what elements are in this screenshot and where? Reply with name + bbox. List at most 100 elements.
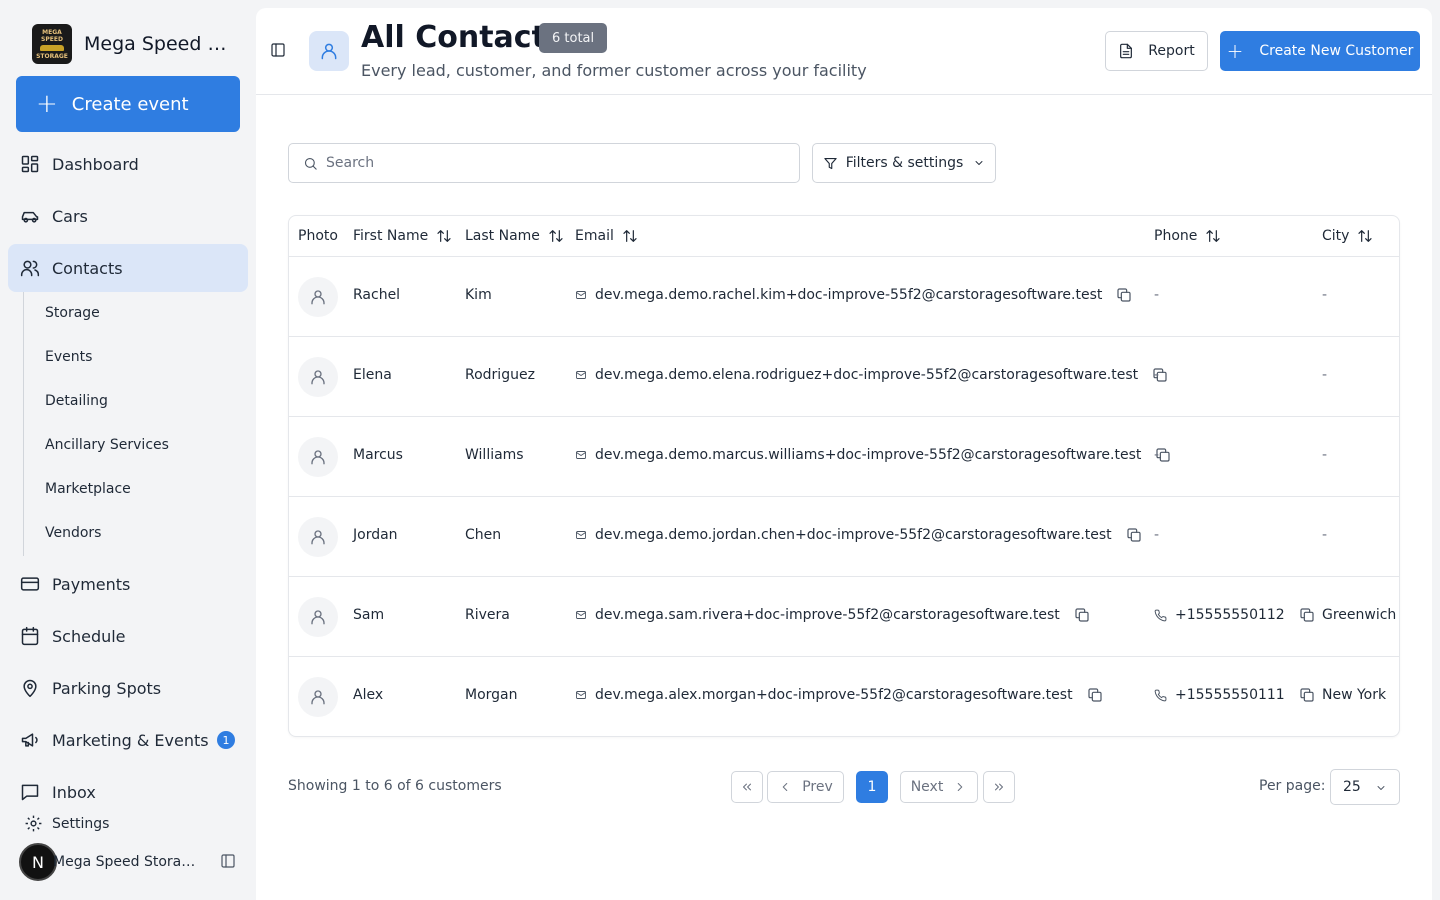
phone-cell: - bbox=[1154, 447, 1159, 463]
calendar-icon bbox=[21, 626, 39, 646]
email-cell: dev.mega.demo.jordan.chen+doc-improve-55… bbox=[575, 527, 1142, 543]
avatar[interactable]: N bbox=[19, 843, 57, 881]
sidebar-subitem-storage[interactable]: Storage bbox=[45, 305, 100, 321]
sidebar-item-cars[interactable]: Cars bbox=[8, 192, 248, 240]
phone-value: +15555550111 bbox=[1175, 687, 1285, 703]
users-icon bbox=[20, 260, 40, 277]
sidebar-item-settings[interactable]: Settings bbox=[24, 814, 109, 833]
filters-settings-button[interactable]: Filters & settings bbox=[812, 143, 996, 183]
page-1-button[interactable]: 1 bbox=[856, 771, 888, 803]
city-cell: - bbox=[1322, 287, 1328, 303]
sort-icon[interactable] bbox=[1357, 228, 1373, 244]
last-page-button[interactable] bbox=[983, 771, 1015, 803]
sidebar: MEGA SPEED STORAGE Mega Speed St... + Cre… bbox=[0, 0, 256, 900]
table-row[interactable]: Elena Rodriguez dev.mega.demo.elena.rodrig… bbox=[289, 337, 1399, 417]
sidebar-subitem-ancillary-services[interactable]: Ancillary Services bbox=[45, 437, 169, 453]
report-button[interactable]: Report bbox=[1105, 31, 1208, 71]
last-name-cell: Rivera bbox=[465, 607, 510, 623]
first-name-cell: Jordan bbox=[353, 527, 398, 543]
table-row[interactable]: Jordan Chen dev.mega.demo.jordan.chen+doc-… bbox=[289, 497, 1399, 577]
copy-icon[interactable] bbox=[1087, 687, 1103, 703]
column-header-email[interactable]: Email bbox=[575, 228, 638, 244]
dashboard-icon bbox=[21, 155, 39, 173]
column-header-phone[interactable]: Phone bbox=[1154, 228, 1221, 244]
page-subtitle: Every lead, customer, and former custome… bbox=[361, 61, 867, 80]
copy-icon[interactable] bbox=[1116, 287, 1132, 303]
contacts-table: Photo First Name Last Name Email Phone C… bbox=[288, 215, 1400, 737]
table-row[interactable]: Alex Morgan dev.mega.alex.morgan+doc-impro… bbox=[289, 657, 1399, 736]
create-event-label: Create event bbox=[71, 93, 189, 115]
create-event-button[interactable]: + Create event bbox=[16, 76, 240, 132]
create-new-customer-button[interactable]: + Create New Customer bbox=[1220, 31, 1420, 71]
sort-icon[interactable] bbox=[1205, 228, 1221, 244]
brand[interactable]: MEGA SPEED STORAGE Mega Speed St... bbox=[32, 24, 234, 64]
page-header: All Contacts 6 total Every lead, custome… bbox=[256, 8, 1432, 95]
city-cell: - bbox=[1322, 447, 1328, 463]
sidebar-item-payments[interactable]: Payments bbox=[8, 560, 248, 608]
sidebar-collapse-icon[interactable] bbox=[220, 853, 236, 869]
next-page-button[interactable]: Next bbox=[900, 771, 978, 803]
email-value: dev.mega.alex.morgan+doc-improve-55f2@ca… bbox=[595, 687, 1073, 703]
user-menu[interactable]: N Mega Speed Storag... bbox=[19, 843, 249, 881]
per-page-select[interactable]: 25 bbox=[1330, 769, 1400, 805]
sidebar-item-parking-spots[interactable]: Parking Spots bbox=[8, 664, 248, 712]
sidebar-toggle-icon[interactable] bbox=[270, 42, 286, 58]
sidebar-subitem-detailing[interactable]: Detailing bbox=[45, 393, 108, 409]
contact-avatar bbox=[298, 677, 338, 717]
phone-cell: +15555550112 bbox=[1154, 607, 1315, 623]
sidebar-item-contacts[interactable]: Contacts bbox=[8, 244, 248, 292]
sort-icon[interactable] bbox=[622, 228, 638, 244]
last-name-cell: Williams bbox=[465, 447, 524, 463]
sidebar-item-label: Payments bbox=[52, 574, 131, 594]
column-header-city[interactable]: City bbox=[1322, 228, 1373, 244]
prev-page-button[interactable]: Prev bbox=[767, 771, 844, 803]
table-row[interactable]: Sam Rivera dev.mega.sam.rivera+doc-improve… bbox=[289, 577, 1399, 657]
column-header-first-name[interactable]: First Name bbox=[353, 228, 452, 244]
sidebar-item-dashboard[interactable]: Dashboard bbox=[8, 140, 248, 188]
chevron-right-icon bbox=[958, 782, 963, 792]
sort-icon[interactable] bbox=[548, 228, 564, 244]
table-row[interactable]: Rachel Kim dev.mega.demo.rachel.kim+doc-im… bbox=[289, 257, 1399, 337]
mail-icon bbox=[576, 451, 586, 459]
contact-avatar bbox=[298, 437, 338, 477]
last-name-cell: Morgan bbox=[465, 687, 518, 703]
phone-value: - bbox=[1154, 287, 1160, 303]
user-icon bbox=[311, 610, 325, 625]
sidebar-item-label: Schedule bbox=[52, 626, 126, 646]
copy-icon[interactable] bbox=[1074, 607, 1090, 623]
sidebar-item-inbox[interactable]: Inbox bbox=[8, 768, 248, 816]
contact-avatar bbox=[298, 517, 338, 557]
settings-label: Settings bbox=[52, 815, 110, 832]
sidebar-item-label: Marketing & Events bbox=[52, 730, 209, 750]
sidebar-item-schedule[interactable]: Schedule bbox=[8, 612, 248, 660]
copy-icon[interactable] bbox=[1299, 607, 1315, 623]
column-header-last-name[interactable]: Last Name bbox=[465, 228, 564, 244]
email-cell: dev.mega.alex.morgan+doc-improve-55f2@ca… bbox=[575, 687, 1103, 703]
sidebar-item-marketing-events[interactable]: Marketing & Events bbox=[8, 716, 248, 764]
table-row[interactable]: Marcus Williams dev.mega.demo.marcus.willi… bbox=[289, 417, 1399, 497]
last-name-cell: Kim bbox=[465, 287, 492, 303]
column-header-photo: Photo bbox=[298, 228, 338, 244]
user-icon bbox=[311, 450, 325, 465]
email-value: dev.mega.demo.rachel.kim+doc-improve-55f… bbox=[595, 287, 1103, 303]
filter-icon bbox=[824, 157, 837, 169]
next-label: Next bbox=[910, 779, 944, 795]
copy-icon[interactable] bbox=[1299, 687, 1315, 703]
first-page-button[interactable] bbox=[731, 771, 763, 803]
sidebar-subitem-vendors[interactable]: Vendors bbox=[45, 525, 101, 541]
search-input[interactable] bbox=[326, 155, 766, 171]
search-icon bbox=[304, 157, 317, 170]
copy-icon[interactable] bbox=[1126, 527, 1142, 543]
user-icon bbox=[311, 290, 325, 305]
email-cell: dev.mega.demo.rachel.kim+doc-improve-55f… bbox=[575, 287, 1132, 303]
plus-icon: + bbox=[1226, 39, 1244, 63]
search-field[interactable] bbox=[288, 143, 800, 183]
per-page-label: Per page: bbox=[1259, 778, 1326, 794]
sidebar-subitem-events[interactable]: Events bbox=[45, 349, 92, 365]
per-page-value: 25 bbox=[1343, 779, 1361, 795]
sort-icon[interactable] bbox=[436, 228, 452, 244]
sidebar-subitem-marketplace[interactable]: Marketplace bbox=[45, 481, 131, 497]
phone-value: - bbox=[1154, 367, 1160, 383]
brand-logo: MEGA SPEED STORAGE bbox=[32, 24, 72, 64]
chevron-down-icon bbox=[1377, 786, 1385, 790]
